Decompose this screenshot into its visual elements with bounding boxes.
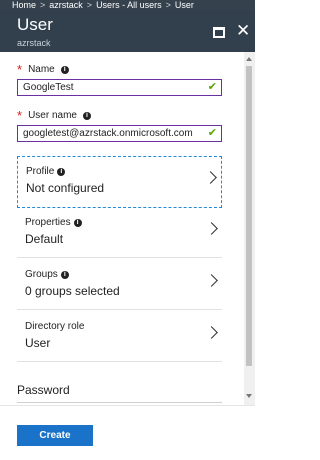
password-label: Password xyxy=(17,383,70,397)
close-icon[interactable]: ✕ xyxy=(236,22,250,39)
create-button[interactable]: Create xyxy=(17,425,93,446)
name-label-row: * Name i xyxy=(17,61,69,77)
blade-footer: Create xyxy=(0,405,255,460)
name-value: GoogleTest xyxy=(23,82,74,93)
check-icon: ✔ xyxy=(207,81,217,93)
info-icon[interactable]: i xyxy=(60,65,69,74)
username-label-row: * User name i xyxy=(17,107,91,123)
maximize-icon[interactable] xyxy=(213,27,225,38)
nav-profile-value: Not configured xyxy=(26,181,105,195)
username-label: User name xyxy=(28,110,77,121)
vertical-scrollbar[interactable] xyxy=(244,52,255,405)
name-label: Name xyxy=(28,64,55,75)
breadcrumb-current: User xyxy=(174,0,194,10)
blade-subtitle: azrstack xyxy=(17,38,51,48)
name-input[interactable]: GoogleTest ✔ xyxy=(17,79,222,96)
username-value: googletest@azrstack.onmicrosoft.com xyxy=(23,128,193,139)
required-star: * xyxy=(17,107,23,123)
info-icon[interactable]: i xyxy=(57,167,66,176)
nav-groups[interactable]: Groups i 0 groups selected xyxy=(17,260,222,310)
nav-directory-role-label: Directory role xyxy=(25,321,85,332)
nav-profile-label-row: Profile i xyxy=(26,166,66,177)
breadcrumb-separator: > xyxy=(86,0,93,10)
nav-properties[interactable]: Properties i Default xyxy=(17,208,222,258)
nav-groups-label-row: Groups i xyxy=(25,269,69,280)
scroll-down-arrow-icon[interactable] xyxy=(246,394,252,398)
nav-properties-label: Properties xyxy=(25,217,71,228)
check-icon: ✔ xyxy=(207,127,217,139)
nav-profile-label: Profile xyxy=(26,166,55,177)
breadcrumb-separator: > xyxy=(40,0,46,10)
nav-properties-value: Default xyxy=(25,232,64,246)
nav-groups-value: 0 groups selected xyxy=(25,284,120,298)
breadcrumb-separator: > xyxy=(165,0,171,10)
chevron-right-icon xyxy=(205,222,218,235)
blade-content: * Name i GoogleTest ✔ * User name i goog… xyxy=(0,52,244,405)
required-star: * xyxy=(17,61,23,77)
breadcrumb-home[interactable]: Home xyxy=(12,0,36,10)
chevron-right-icon xyxy=(205,274,218,287)
breadcrumb: Home > azrstack > Users - All users > User xyxy=(0,0,255,10)
info-icon[interactable]: i xyxy=(82,111,91,120)
nav-directory-role-value: User xyxy=(25,336,51,350)
nav-properties-label-row: Properties i xyxy=(25,217,82,228)
breadcrumb-azrstack[interactable]: azrstack xyxy=(49,0,83,10)
blade-title: User xyxy=(17,15,53,34)
blade-header: User azrstack ✕ xyxy=(0,10,255,52)
info-icon[interactable]: i xyxy=(60,270,69,279)
scroll-up-arrow-icon[interactable] xyxy=(246,57,252,61)
scroll-thumb[interactable] xyxy=(246,66,252,366)
chevron-right-icon xyxy=(205,326,218,339)
password-divider xyxy=(17,402,222,403)
chevron-right-icon xyxy=(204,171,217,184)
nav-groups-label: Groups xyxy=(25,269,58,280)
username-input[interactable]: googletest@azrstack.onmicrosoft.com ✔ xyxy=(17,125,222,142)
nav-profile[interactable]: Profile i Not configured xyxy=(17,156,222,208)
nav-directory-role[interactable]: Directory role User xyxy=(17,312,222,362)
info-icon[interactable]: i xyxy=(73,218,82,227)
breadcrumb-users[interactable]: Users - All users xyxy=(96,0,162,10)
